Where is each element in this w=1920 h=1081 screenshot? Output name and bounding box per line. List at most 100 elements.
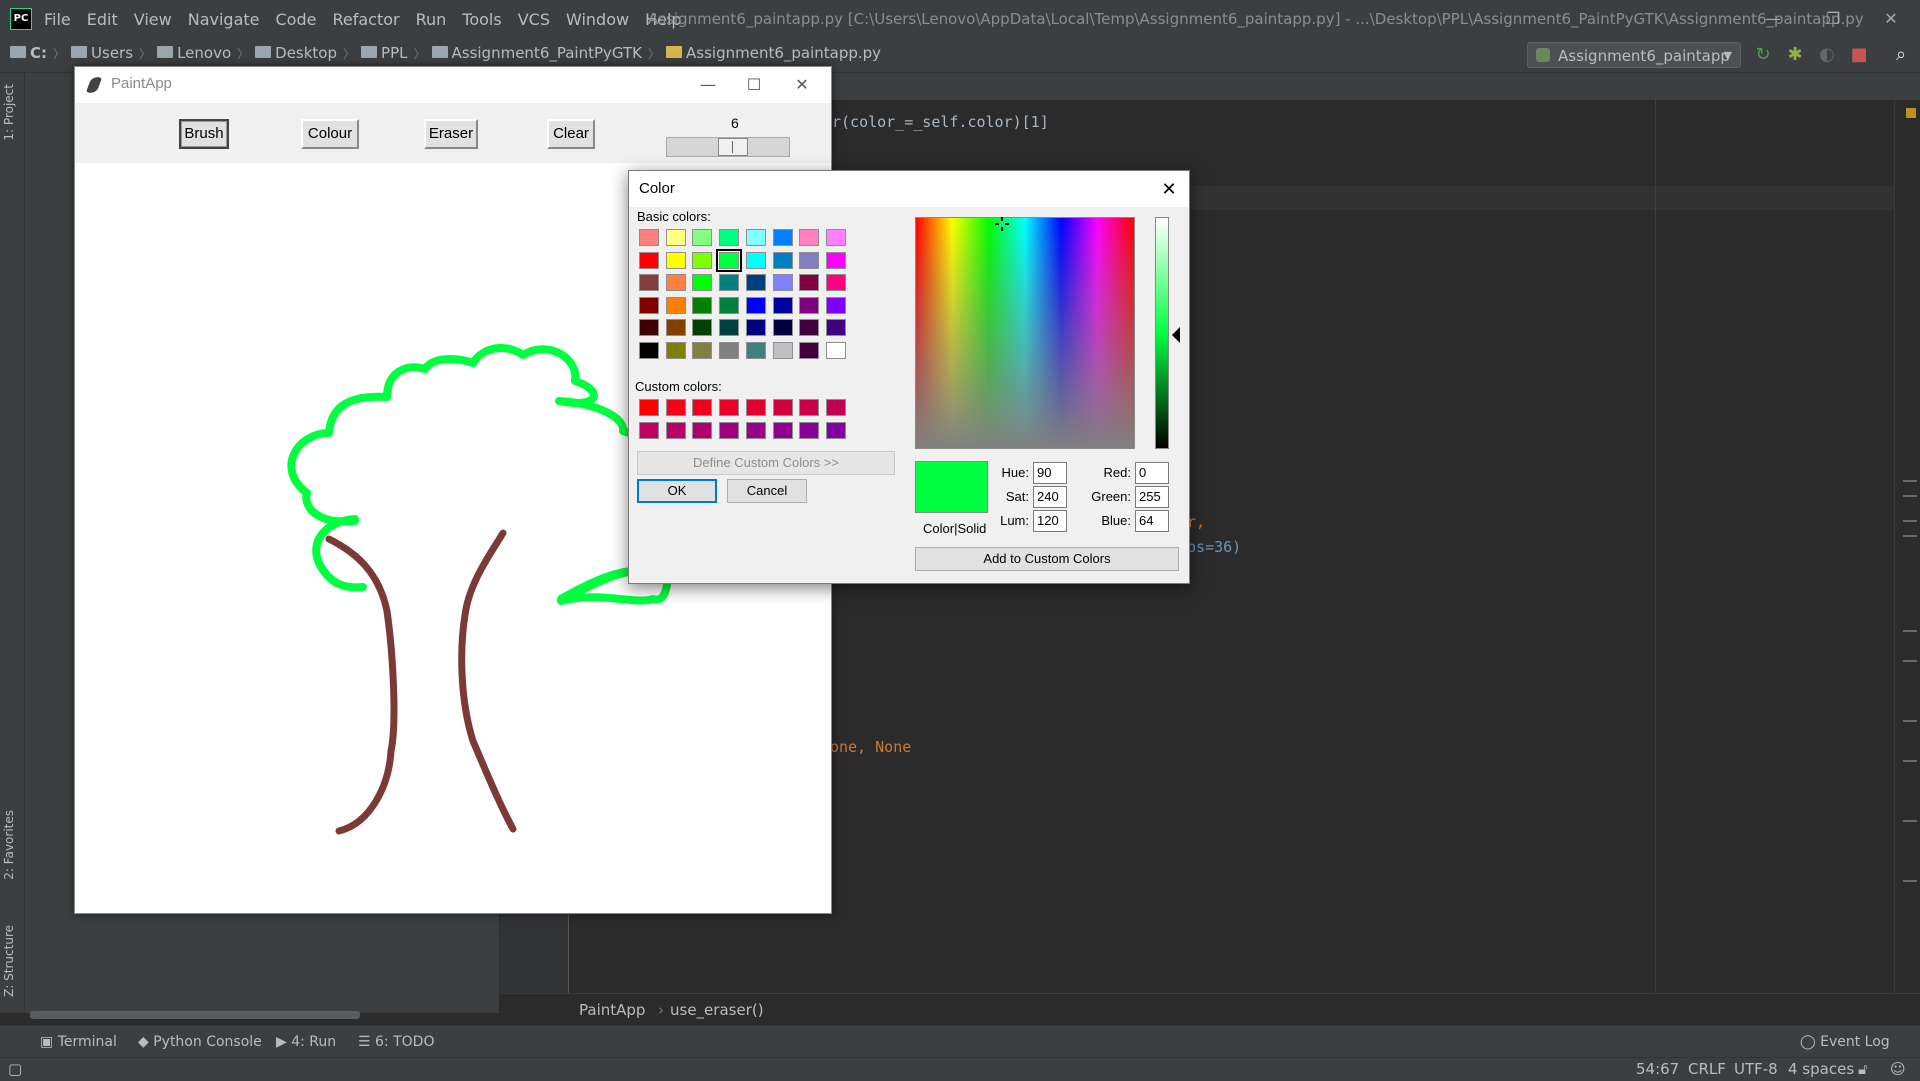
close-icon[interactable]: ✕ [1868,0,1914,38]
crumb-method[interactable]: use_eraser() [670,1001,764,1019]
tool-terminal[interactable]: ▣ Terminal [40,1034,117,1050]
basic-color-swatch[interactable] [799,319,820,336]
stop-icon[interactable]: ■ [1848,44,1870,66]
inspector-icon[interactable]: ☺︎ [1890,1060,1906,1078]
warning-icon[interactable] [1906,108,1916,118]
caret-position[interactable]: 54:67 [1636,1060,1679,1078]
basic-color-swatch[interactable] [772,296,793,314]
maximize-icon[interactable]: ☐ [731,67,777,103]
tab-structure[interactable]: Z: Structure [2,925,22,997]
clear-button[interactable]: Clear [547,119,595,149]
file-encoding[interactable]: UTF-8 [1734,1060,1778,1078]
menu-run[interactable]: Run [416,10,447,29]
crumb-drive[interactable]: C: [10,44,47,62]
basic-color-swatch[interactable] [745,274,766,291]
lock-icon[interactable]: 🔓︎ [1858,1060,1868,1078]
basic-color-swatch[interactable] [639,296,659,314]
project-scrollbar[interactable] [30,1011,360,1019]
basic-color-swatch[interactable] [799,229,820,246]
lum-field[interactable]: 120 [1033,510,1067,532]
colour-button[interactable]: Colour [301,119,359,149]
stripe-mark[interactable] [1903,880,1917,882]
ok-button[interactable]: OK [637,479,717,503]
menu-code[interactable]: Code [276,10,317,29]
basic-color-swatch[interactable] [719,319,740,336]
debug-icon[interactable]: ✱ [1784,44,1806,66]
crumb-class[interactable]: PaintApp [579,1001,645,1019]
basic-color-swatch[interactable] [665,251,686,269]
basic-color-swatch[interactable] [745,229,766,246]
hue-field[interactable]: 90 [1033,462,1067,484]
menu-vcs[interactable]: VCS [518,10,550,29]
paintapp-titlebar[interactable]: PaintApp — ☐ ✕ [75,67,831,103]
tab-project[interactable]: 1: Project [2,84,22,141]
crumb-users[interactable]: Users [71,44,133,62]
custom-color-swatch[interactable] [772,399,793,416]
basic-color-swatch[interactable] [772,341,793,359]
stripe-mark[interactable] [1903,760,1917,762]
add-to-custom-colors-button[interactable]: Add to Custom Colors [915,547,1179,571]
custom-color-swatch[interactable] [639,421,659,439]
stripe-mark[interactable] [1903,660,1917,662]
coverage-icon[interactable]: ◐ [1816,44,1838,66]
basic-color-swatch[interactable] [639,341,659,359]
basic-color-swatch[interactable] [772,251,793,269]
menu-navigate[interactable]: Navigate [188,10,260,29]
basic-color-swatch[interactable] [799,296,820,314]
menu-window[interactable]: Window [566,10,629,29]
tool-run[interactable]: ▶ 4: Run [276,1034,336,1050]
custom-color-swatch[interactable] [665,421,686,439]
basic-color-swatch[interactable] [825,319,846,336]
restore-icon[interactable]: ❐ [1810,0,1856,38]
basic-color-swatch[interactable] [719,274,740,291]
custom-color-swatch[interactable] [719,399,740,416]
basic-color-swatch[interactable] [665,229,686,246]
rerun-icon[interactable]: ↻ [1752,44,1774,66]
basic-color-swatch[interactable] [716,248,743,272]
basic-color-swatch[interactable] [799,251,820,269]
basic-color-swatch[interactable] [799,341,820,359]
close-icon[interactable]: ✕ [1149,171,1189,207]
red-field[interactable]: 0 [1135,462,1169,484]
basic-color-swatch[interactable] [772,229,793,246]
basic-color-swatch[interactable] [692,319,713,336]
menu-view[interactable]: View [134,10,172,29]
basic-color-swatch[interactable] [745,296,766,314]
blue-field[interactable]: 64 [1135,510,1169,532]
search-icon[interactable]: ⌕ [1890,44,1912,66]
custom-color-swatch[interactable] [745,421,766,439]
cancel-button[interactable]: Cancel [727,479,807,503]
stripe-mark[interactable] [1903,630,1917,632]
custom-color-swatch[interactable] [639,399,659,416]
menu-tools[interactable]: Tools [462,10,501,29]
minimize-icon[interactable]: — [685,67,731,103]
basic-color-swatch[interactable] [825,274,846,291]
stripe-mark[interactable] [1903,720,1917,722]
panel-toggle-icon[interactable]: ▢ [8,1060,22,1078]
basic-color-swatch[interactable] [665,319,686,336]
crumb-lenovo[interactable]: Lenovo [157,44,231,62]
basic-color-swatch[interactable] [665,341,686,359]
event-log[interactable]: ◯ Event Log [1800,1034,1890,1050]
basic-color-swatch[interactable] [719,296,740,314]
basic-color-swatch[interactable] [639,251,659,269]
stripe-mark[interactable] [1903,820,1917,822]
custom-color-swatch[interactable] [799,421,820,439]
brush-button[interactable]: Brush [179,119,229,149]
menu-file[interactable]: File [44,10,71,29]
basic-color-swatch[interactable] [825,251,846,269]
custom-color-swatch[interactable] [665,399,686,416]
custom-color-swatch[interactable] [825,399,846,416]
basic-color-swatch[interactable] [692,341,713,359]
basic-color-swatch[interactable] [692,251,713,269]
editor-error-stripe[interactable] [1894,100,1920,993]
green-field[interactable]: 255 [1135,486,1169,508]
eraser-button[interactable]: Eraser [424,119,478,149]
minimize-icon[interactable]: — [1750,0,1796,38]
stripe-mark[interactable] [1903,480,1917,482]
basic-color-swatch[interactable] [719,229,740,246]
color-spectrum[interactable] [915,217,1135,449]
basic-color-swatch[interactable] [639,319,659,336]
custom-color-swatch[interactable] [825,421,846,439]
stripe-mark[interactable] [1903,495,1917,497]
